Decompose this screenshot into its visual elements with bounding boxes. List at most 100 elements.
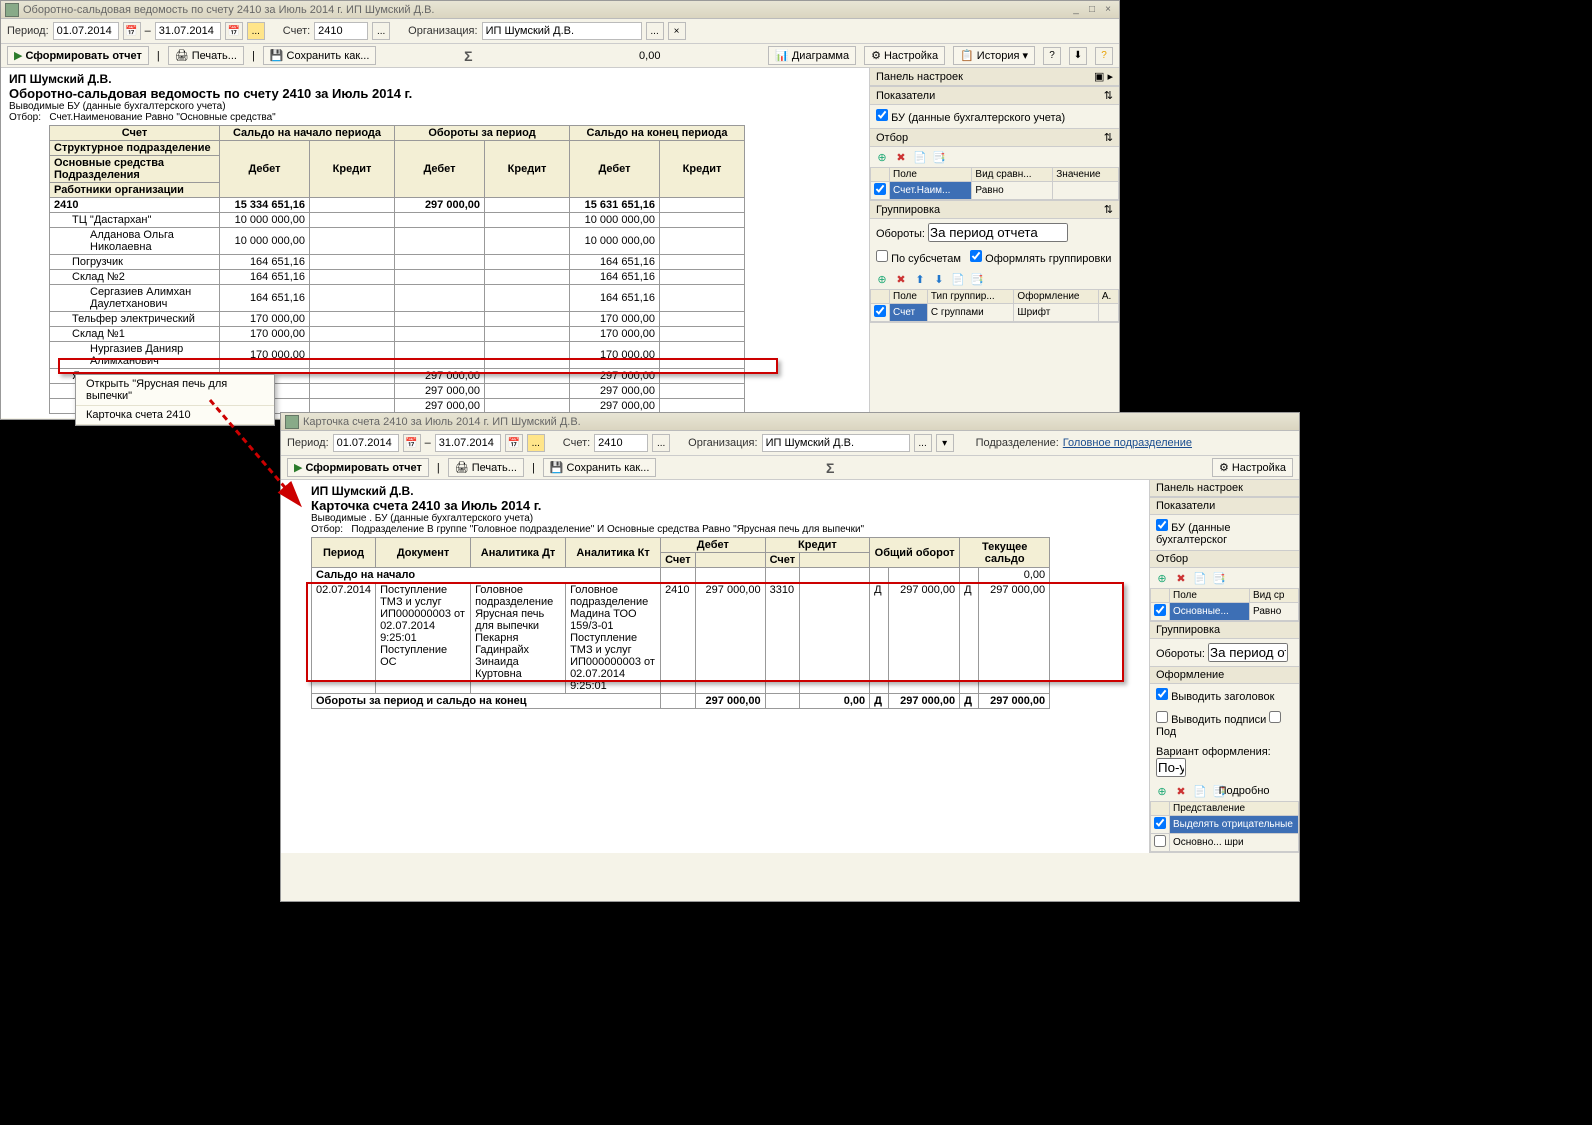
group-table: ПолеТип группир...ОформлениеА. СчетС гру… [870, 289, 1119, 322]
org-input[interactable] [482, 22, 642, 40]
delete-icon[interactable]: ✖ [893, 149, 909, 165]
period-picker-button[interactable]: ... [527, 434, 545, 452]
bu-checkbox[interactable] [1156, 519, 1168, 531]
add-icon[interactable]: ⊕ [874, 149, 890, 165]
down-icon[interactable]: ⬇ [931, 271, 947, 287]
save-button[interactable]: 💾Сохранить как... [263, 46, 377, 65]
account-input[interactable] [314, 22, 368, 40]
run-report-button[interactable]: ▶Сформировать отчет [7, 46, 149, 65]
up-icon[interactable]: ⬆ [912, 271, 928, 287]
account-label: Счет: [283, 25, 310, 37]
window-icon [5, 3, 19, 17]
tool-icon-1[interactable]: ? [1043, 47, 1061, 65]
period-picker-button[interactable]: ... [247, 22, 265, 40]
org-option-button[interactable]: ▾ [936, 434, 954, 452]
side-panel-1: Панель настроек▣ ▸ Показатели⇅ БУ (данны… [869, 68, 1119, 418]
repr-row[interactable]: Основно... шри [1151, 834, 1299, 852]
account-picker-button[interactable]: ... [652, 434, 670, 452]
date-to-input[interactable] [435, 434, 501, 452]
copy-icon[interactable]: 📄 [950, 271, 966, 287]
variant-select[interactable] [1156, 758, 1186, 777]
turn-select[interactable] [928, 223, 1068, 242]
calendar-icon[interactable]: 📅 [403, 434, 421, 452]
close-button[interactable]: × [1101, 3, 1115, 17]
print-button[interactable]: 🖨Печать... [168, 46, 244, 65]
start-balance-row: Сальдо на начало 0,00 [312, 568, 1050, 583]
bu-checkbox[interactable] [876, 109, 888, 121]
table-row[interactable]: Склад №1 170 000,00 170 000,00 [50, 327, 745, 342]
expand-icon[interactable]: ⇅ [1104, 89, 1113, 102]
show-sign-checkbox[interactable] [1156, 711, 1168, 723]
table-row[interactable]: Нургазиев Данияр Алимханович 170 000,00 … [50, 342, 745, 369]
setup-button[interactable]: ⚙Настройка [864, 46, 945, 65]
table-row[interactable]: Склад №2 164 651,16 164 651,16 [50, 270, 745, 285]
filter-value: Счет.Наименование Равно "Основные средст… [49, 112, 275, 123]
sigma-value: 0,00 [480, 50, 680, 62]
copy-icon[interactable]: 📄 [912, 149, 928, 165]
collapse-icon[interactable]: ▣ ▸ [1094, 70, 1113, 83]
copy-icon[interactable]: 📄 [1192, 783, 1208, 799]
report-info1: Выводимые БУ (данные бухгалтерского учет… [9, 101, 861, 112]
report-title: Оборотно-сальдовая ведомость по счету 24… [9, 86, 861, 101]
group-format-checkbox[interactable] [970, 250, 982, 262]
table-row[interactable]: ТЦ "Дастархан" 10 000 000,00 10 000 000,… [50, 213, 745, 228]
print-button[interactable]: 🖨Печать... [448, 458, 524, 477]
help-icon[interactable]: ? [1095, 47, 1113, 65]
group-header: Группировка [876, 204, 940, 216]
setup-button[interactable]: ⚙Настройка [1212, 458, 1293, 477]
calendar-icon[interactable]: 📅 [225, 22, 243, 40]
delete-icon[interactable]: ✖ [1173, 783, 1189, 799]
account-input[interactable] [594, 434, 648, 452]
repr-row[interactable]: Выделять отрицательные [1151, 816, 1299, 834]
add-icon[interactable]: ⊕ [874, 271, 890, 287]
chart-icon: 📊 [775, 49, 789, 62]
tool-icon-2[interactable]: ⬇ [1069, 47, 1087, 65]
date-from-input[interactable] [333, 434, 399, 452]
data-row[interactable]: 02.07.2014 Поступление ТМЗ и услуг ИП000… [312, 583, 1050, 694]
titlebar-1: Оборотно-сальдовая ведомость по счету 24… [1, 1, 1119, 19]
col-end: Сальдо на конец периода [570, 126, 745, 141]
org-clear-button[interactable]: × [668, 22, 686, 40]
report-org: ИП Шумский Д.В. [9, 72, 861, 86]
expand-icon[interactable]: ⇅ [1104, 131, 1113, 144]
org-picker-button[interactable]: ... [914, 434, 932, 452]
toolbar-1: ▶Сформировать отчет | 🖨Печать... | 💾Сохр… [1, 44, 1119, 68]
filter-row[interactable]: Счет.Наим...Равно [871, 182, 1119, 200]
calendar-icon[interactable]: 📅 [123, 22, 141, 40]
delete-icon[interactable]: ✖ [1173, 570, 1189, 586]
osv-grid: Счет Сальдо на начало периода Обороты за… [49, 125, 745, 414]
add-icon[interactable]: ⊕ [1154, 570, 1170, 586]
history-button[interactable]: 📋История▾ [953, 46, 1035, 65]
table-row[interactable]: Погрузчик 164 651,16 164 651,16 [50, 255, 745, 270]
add-icon[interactable]: ⊕ [1154, 783, 1170, 799]
expand-icon[interactable]: ⇅ [1104, 203, 1113, 216]
maximize-button[interactable]: □ [1085, 3, 1099, 17]
minimize-button[interactable]: _ [1069, 3, 1083, 17]
date-to-input[interactable] [155, 22, 221, 40]
date-from-input[interactable] [53, 22, 119, 40]
org-picker-button[interactable]: ... [646, 22, 664, 40]
copy2-icon[interactable]: 📑 [1211, 570, 1227, 586]
copy-icon[interactable]: 📄 [1192, 570, 1208, 586]
delete-icon[interactable]: ✖ [893, 271, 909, 287]
account-picker-button[interactable]: ... [372, 22, 390, 40]
copy2-icon[interactable]: 📑 [969, 271, 985, 287]
copy2-icon[interactable]: 📑 [931, 149, 947, 165]
turn-select[interactable] [1208, 643, 1288, 662]
group-row[interactable]: СчетС группамиШрифт [871, 304, 1119, 322]
table-row[interactable]: Сергазиев Алимхан Даулетханович 164 651,… [50, 285, 745, 312]
save-button[interactable]: 💾Сохранить как... [543, 458, 657, 477]
chart-button[interactable]: 📊Диаграмма [768, 46, 856, 65]
calendar-icon[interactable]: 📅 [505, 434, 523, 452]
show-header-checkbox[interactable] [1156, 688, 1168, 700]
table-row[interactable]: Алданова Ольга Николаевна 10 000 000,00 … [50, 228, 745, 255]
table-row[interactable]: Тельфер электрический 170 000,00 170 000… [50, 312, 745, 327]
table-row[interactable]: 2410 15 334 651,16 297 000,00 15 631 651… [50, 198, 745, 213]
card-grid: Период Документ Аналитика Дт Аналитика К… [311, 537, 1050, 709]
report-area-2: ИП Шумский Д.В. Карточка счета 2410 за И… [281, 480, 1149, 853]
org-input[interactable] [762, 434, 910, 452]
filter-row[interactable]: Основные...Равно [1151, 603, 1299, 621]
subaccount-checkbox[interactable] [876, 250, 888, 262]
division-link[interactable]: Головное подразделение [1063, 437, 1192, 449]
report-info1: Выводимые . БУ (данные бухгалтерского уч… [311, 513, 1141, 524]
